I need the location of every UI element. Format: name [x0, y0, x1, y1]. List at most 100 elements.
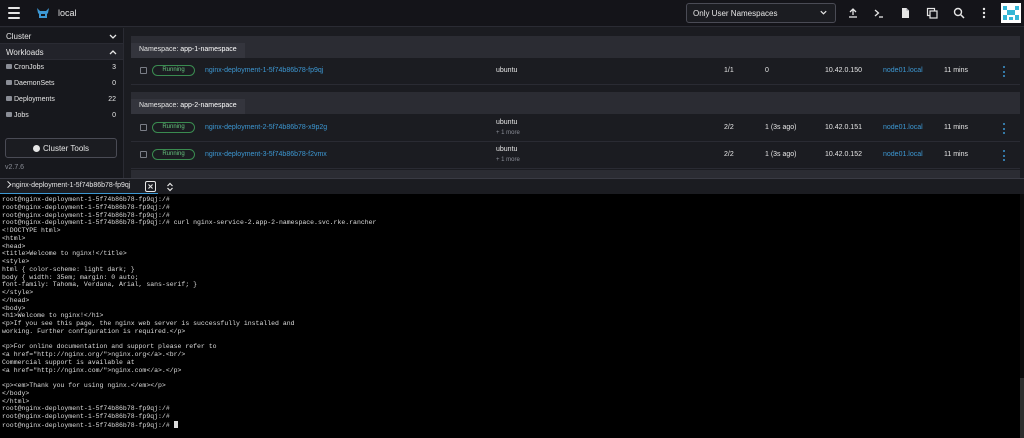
- cluster-tools-label: Cluster Tools: [42, 144, 90, 153]
- row-checkbox[interactable]: [140, 124, 147, 131]
- namespace-label: Namespace: app-1-namespace: [131, 43, 245, 58]
- cluster-tools-button[interactable]: Cluster Tools: [5, 138, 117, 158]
- namespace-group-row: Namespace: app-1-namespace: [131, 36, 1020, 58]
- pods-table: Namespace: app-1-namespace Running nginx…: [131, 28, 1020, 178]
- sidebar-item-count: 22: [108, 96, 116, 103]
- namespace-prefix: Namespace:: [139, 46, 179, 53]
- terminal-line: root@nginx-deployment-1-5f74b86b78-fp9qj…: [2, 413, 170, 420]
- folder-icon: [6, 80, 12, 85]
- terminal-line: font-family: Tahoma, Verdana, Arial, san…: [2, 281, 198, 289]
- pod-image-more[interactable]: + 1 more: [496, 157, 520, 163]
- sidebar-item-count: 0: [112, 80, 116, 87]
- pod-image: ubuntu: [496, 119, 518, 126]
- terminal-line: root@nginx-deployment-1-5f74b86b78-fp9qj…: [2, 405, 170, 413]
- sidebar-item-count: 3: [112, 64, 116, 71]
- sidebar-item-daemonsets[interactable]: DaemonSets 0: [0, 76, 123, 92]
- pod-image: ubuntu: [496, 146, 518, 153]
- terminal-tab-title: nginx-deployment-1-5f74b86b78-fp9qj: [12, 182, 131, 189]
- terminal-line: <h1>Welcome to nginx!</h1>: [2, 312, 104, 320]
- user-avatar[interactable]: [1001, 3, 1021, 23]
- version-label: v2.7.6: [5, 164, 25, 171]
- pod-ready: 2/2: [724, 124, 734, 131]
- row-actions-icon[interactable]: [1002, 123, 1006, 134]
- pod-restarts: 0: [765, 67, 769, 74]
- search-icon[interactable]: [953, 7, 965, 19]
- terminal-output[interactable]: root@nginx-deployment-1-5f74b86b78-fp9qj…: [0, 194, 1024, 438]
- terminal-cursor: [173, 420, 178, 428]
- kubeconfig-download-icon[interactable]: [899, 7, 911, 19]
- pod-ready: 1/1: [724, 67, 734, 74]
- folder-icon: [6, 112, 12, 117]
- namespace-name: app-2-namespace: [180, 102, 237, 109]
- sidebar-group-label: Cluster: [6, 32, 32, 41]
- sidebar-item-label: Deployments: [14, 96, 55, 103]
- expand-collapse-icon[interactable]: [166, 182, 174, 192]
- copy-kubeconfig-icon[interactable]: [926, 7, 938, 19]
- more-vertical-icon[interactable]: [978, 7, 990, 19]
- row-actions-icon[interactable]: [1002, 150, 1006, 161]
- terminal-line: <a href="http://nginx.org/">nginx.org</a…: [2, 351, 186, 358]
- table-row: Running nginx-deployment-1-5f74b86b78-fp…: [131, 58, 1020, 85]
- pod-image-more[interactable]: + 1 more: [496, 130, 520, 136]
- terminal-line: body { width: 35em; margin: 0 auto;: [2, 273, 139, 281]
- sidebar-group-workloads[interactable]: Workloads: [0, 44, 123, 60]
- terminal-line: </head>: [2, 296, 30, 304]
- terminal-line: <style>: [2, 258, 30, 265]
- terminal-tab-icon: [4, 180, 12, 189]
- status-badge: Running: [152, 122, 195, 133]
- cluster-name[interactable]: local: [58, 8, 77, 18]
- pod-ready: 2/2: [724, 151, 734, 158]
- row-checkbox[interactable]: [140, 67, 147, 74]
- kubectl-shell-icon[interactable]: [873, 7, 885, 19]
- pod-restarts: 1 (3s ago): [765, 124, 797, 131]
- terminal-tab[interactable]: nginx-deployment-1-5f74b86b78-fp9qj: [0, 179, 158, 195]
- terminal-line: working. Further configuration is requir…: [2, 327, 186, 335]
- terminal-line: </body>: [2, 389, 30, 397]
- sidebar-item-label: Jobs: [14, 112, 29, 119]
- pod-node-link[interactable]: node01.local: [883, 151, 923, 158]
- sidebar-item-jobs[interactable]: Jobs 0: [0, 108, 123, 124]
- sidebar-item-label: DaemonSets: [14, 80, 55, 87]
- pod-ip: 10.42.0.150: [825, 67, 862, 74]
- import-yaml-icon[interactable]: [847, 7, 859, 19]
- pod-node-link[interactable]: node01.local: [883, 67, 923, 74]
- menu-icon[interactable]: [8, 7, 20, 19]
- terminal-line: <a href="http://nginx.com/">nginx.com</a…: [2, 366, 182, 374]
- cluster-cow-icon: [37, 8, 49, 18]
- pod-ip: 10.42.0.151: [825, 124, 862, 131]
- sidebar-group-cluster[interactable]: Cluster: [0, 28, 123, 44]
- scrollbar-thumb[interactable]: [1020, 378, 1024, 438]
- pod-age: 11 mins: [944, 67, 968, 74]
- namespace-group-row: Namespace: app-2-namespace: [131, 92, 1020, 114]
- namespace-filter-value: Only User Namespaces: [693, 9, 778, 18]
- namespace-prefix: Namespace:: [139, 102, 179, 109]
- table-footer-band: [131, 170, 1020, 178]
- chevron-down-icon: [820, 10, 827, 15]
- folder-icon: [6, 64, 12, 69]
- pod-age: 11 mins: [944, 124, 968, 131]
- sidebar-group-label: Workloads: [6, 48, 44, 57]
- pod-name-link[interactable]: nginx-deployment-1-5f74b86b78-fp9qj: [205, 67, 323, 74]
- pod-name-link[interactable]: nginx-deployment-2-5f74b86b78-x9p2g: [205, 124, 327, 131]
- close-icon[interactable]: [145, 181, 156, 192]
- namespace-name: app-1-namespace: [180, 46, 237, 53]
- namespace-label: Namespace: app-2-namespace: [131, 99, 245, 114]
- sidebar-item-cronjobs[interactable]: CronJobs 3: [0, 60, 123, 76]
- sidebar-item-deployments[interactable]: Deployments 22: [0, 92, 123, 108]
- pod-name-link[interactable]: nginx-deployment-3-5f74b86b78-f2vmx: [205, 151, 327, 158]
- namespace-filter-select[interactable]: Only User Namespaces: [686, 3, 836, 23]
- terminal-line: <head>: [2, 242, 26, 250]
- row-checkbox[interactable]: [140, 151, 147, 158]
- sidebar: Cluster Workloads CronJobs 3 DaemonSets …: [0, 28, 124, 178]
- terminal-line-prompt: root@nginx-deployment-1-5f74b86b78-fp9qj…: [2, 420, 1022, 429]
- terminal-line: html { color-scheme: light dark; }: [2, 265, 135, 273]
- table-row: Running nginx-deployment-2-5f74b86b78-x9…: [131, 115, 1020, 142]
- row-actions-icon[interactable]: [1002, 66, 1006, 77]
- chevron-up-icon: [109, 50, 117, 55]
- terminal-line: <html>: [2, 234, 26, 242]
- terminal-line: </style>: [2, 289, 34, 296]
- pod-image: ubuntu: [496, 67, 518, 74]
- terminal-scrollbar[interactable]: [1020, 194, 1024, 438]
- pod-node-link[interactable]: node01.local: [883, 124, 923, 131]
